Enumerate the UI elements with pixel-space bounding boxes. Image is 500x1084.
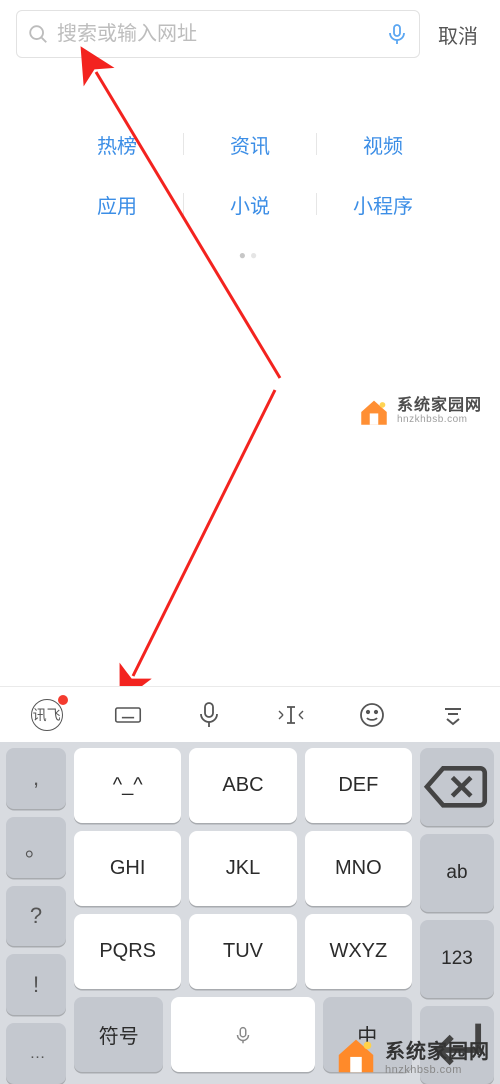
watermark-bottom: 系统家园网 hnzkhbsb.com <box>333 1032 490 1078</box>
search-bar: 取消 <box>0 0 500 68</box>
emoji-icon <box>358 701 386 729</box>
category-novel[interactable]: 小说 <box>184 190 316 219</box>
category-miniapp[interactable]: 小程序 <box>317 190 449 219</box>
chevron-down-icon <box>439 701 467 729</box>
key-emoticon[interactable]: ^_^ <box>74 748 181 823</box>
key-abc[interactable]: ABC <box>189 748 296 823</box>
punct-exclaim[interactable]: ! <box>6 954 66 1015</box>
category-apps[interactable]: 应用 <box>51 190 183 219</box>
collapse-keyboard-button[interactable] <box>426 695 480 735</box>
category-grid: 热榜 资讯 视频 应用 小说 小程序 ●● <box>0 114 500 262</box>
mic-icon <box>195 701 223 729</box>
annotation-arrows <box>0 0 500 700</box>
punct-ellipsis[interactable]: … <box>6 1023 66 1084</box>
keyboard-icon <box>114 701 142 729</box>
search-icon <box>27 23 49 45</box>
key-tuv[interactable]: TUV <box>189 914 296 989</box>
text-cursor-icon <box>277 701 305 729</box>
notification-dot <box>58 695 68 705</box>
watermark-title-bottom: 系统家园网 <box>385 1035 490 1064</box>
key-space[interactable] <box>171 997 314 1072</box>
backspace-icon <box>420 759 494 815</box>
punct-question[interactable]: ? <box>6 886 66 947</box>
cancel-button[interactable]: 取消 <box>420 20 488 49</box>
ime-toolbar: 讯飞 <box>0 686 500 742</box>
voice-input-button[interactable] <box>182 695 236 735</box>
key-mno[interactable]: MNO <box>305 831 412 906</box>
cursor-edit-button[interactable] <box>264 695 318 735</box>
watermark-title: 系统家园网 <box>397 398 482 415</box>
page-indicator: ●● <box>0 248 500 262</box>
watermark-sub-bottom: hnzkhbsb.com <box>385 1064 490 1076</box>
key-def[interactable]: DEF <box>305 748 412 823</box>
house-icon <box>357 395 391 429</box>
ime-brand-button[interactable]: 讯飞 <box>20 695 74 735</box>
search-input[interactable] <box>57 23 385 46</box>
emoji-button[interactable] <box>345 695 399 735</box>
punct-comma[interactable]: , <box>6 748 66 809</box>
search-field-wrap[interactable] <box>16 10 420 58</box>
key-symbol[interactable]: 符号 <box>74 997 163 1072</box>
watermark-sub: hnzkhbsb.com <box>397 415 482 426</box>
key-pqrs[interactable]: PQRS <box>74 914 181 989</box>
key-ghi[interactable]: GHI <box>74 831 181 906</box>
mic-small-icon <box>232 1024 254 1046</box>
iflytek-icon: 讯飞 <box>31 699 63 731</box>
watermark: 系统家园网 hnzkhbsb.com <box>357 395 482 429</box>
mic-icon[interactable] <box>385 22 409 46</box>
house-icon <box>333 1032 379 1078</box>
category-video[interactable]: 视频 <box>317 130 449 159</box>
keyboard-toggle-button[interactable] <box>101 695 155 735</box>
punct-period[interactable]: 。 <box>6 817 66 878</box>
key-ab[interactable]: ab <box>420 834 494 912</box>
key-123[interactable]: 123 <box>420 920 494 998</box>
key-jkl[interactable]: JKL <box>189 831 296 906</box>
category-hotlist[interactable]: 热榜 <box>51 130 183 159</box>
key-backspace[interactable] <box>420 748 494 826</box>
key-wxyz[interactable]: WXYZ <box>305 914 412 989</box>
category-news[interactable]: 资讯 <box>184 130 316 159</box>
punctuation-column[interactable]: , 。 ? ! … <box>6 748 66 1084</box>
